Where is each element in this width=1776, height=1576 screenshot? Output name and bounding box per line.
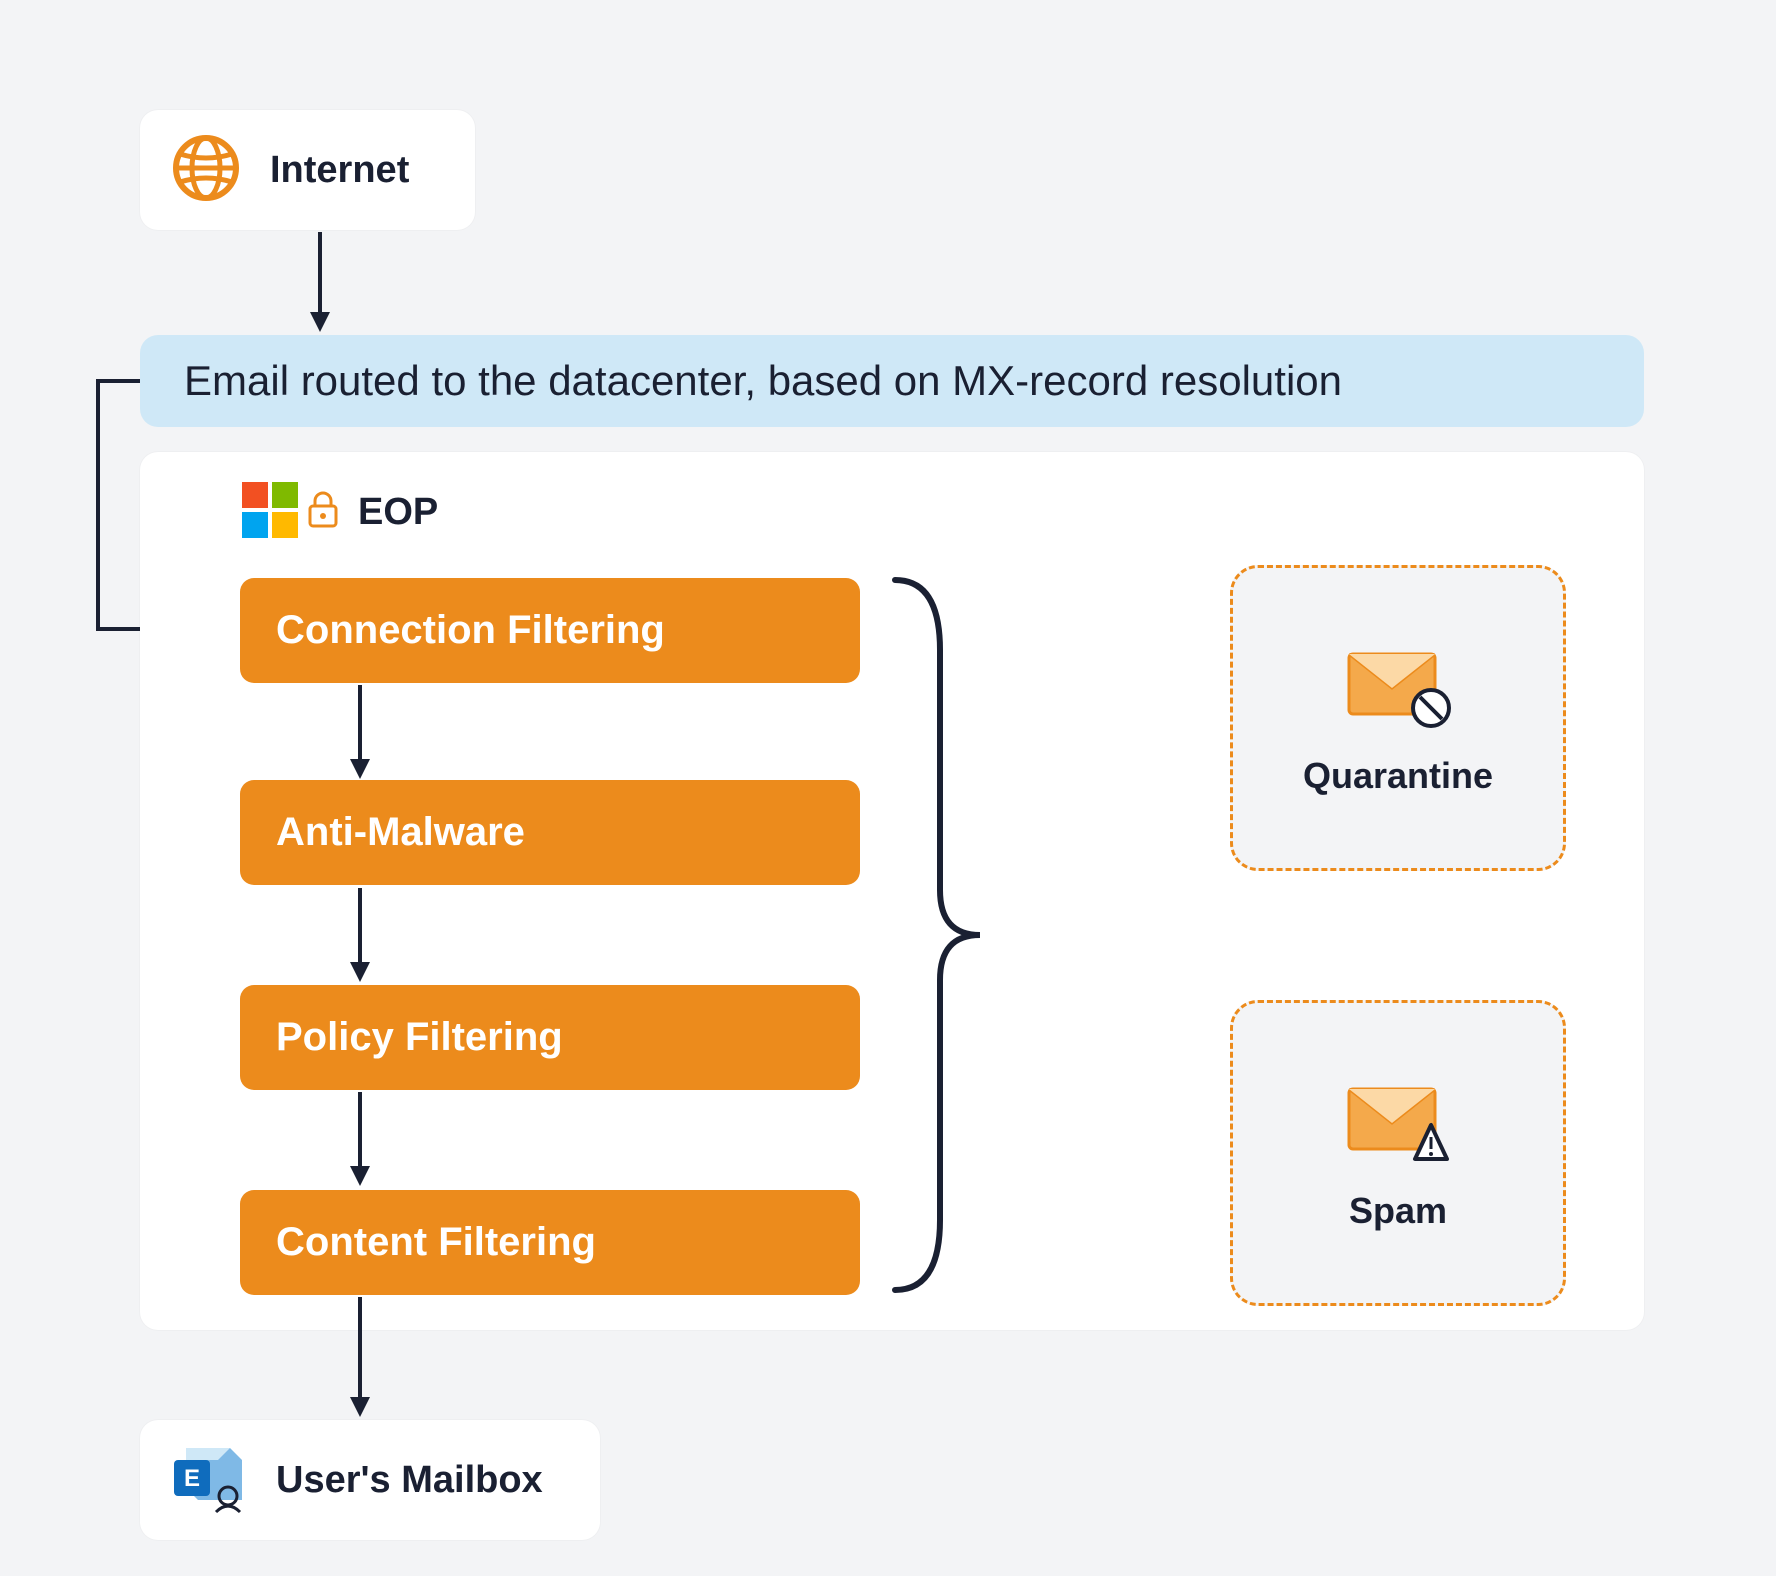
stage-anti-malware: Anti-Malware — [240, 780, 860, 885]
stage-label: Anti-Malware — [276, 810, 525, 855]
exchange-icon: E — [170, 1442, 248, 1519]
outcome-spam: Spam — [1230, 1000, 1566, 1306]
arrow-stage2-to-stage3 — [340, 888, 380, 982]
arrow-internet-to-routing — [300, 232, 340, 332]
stage-connection-filtering: Connection Filtering — [240, 578, 860, 683]
spam-label: Spam — [1349, 1190, 1447, 1232]
svg-text:E: E — [184, 1465, 200, 1492]
mailbox-label: User's Mailbox — [276, 1459, 543, 1502]
globe-icon — [170, 132, 242, 209]
lock-icon — [306, 490, 340, 535]
envelope-blocked-icon — [1343, 640, 1453, 735]
stage-label: Content Filtering — [276, 1220, 596, 1265]
eop-label: EOP — [358, 491, 438, 534]
eop-header: EOP — [240, 480, 438, 545]
stage-label: Connection Filtering — [276, 608, 665, 653]
arrow-stage4-to-mailbox — [340, 1297, 380, 1417]
node-mailbox: E User's Mailbox — [140, 1420, 600, 1540]
quarantine-label: Quarantine — [1303, 755, 1493, 797]
routing-text: Email routed to the datacenter, based on… — [184, 357, 1342, 405]
internet-label: Internet — [270, 149, 409, 192]
microsoft-logo-icon — [240, 480, 300, 545]
brace-icon — [885, 570, 985, 1300]
stage-policy-filtering: Policy Filtering — [240, 985, 860, 1090]
envelope-warning-icon — [1343, 1075, 1453, 1170]
node-internet: Internet — [140, 110, 475, 230]
arrow-stage1-to-stage2 — [340, 685, 380, 779]
outcome-quarantine: Quarantine — [1230, 565, 1566, 871]
routing-bar: Email routed to the datacenter, based on… — [140, 335, 1644, 427]
arrow-stage3-to-stage4 — [340, 1092, 380, 1186]
stage-content-filtering: Content Filtering — [240, 1190, 860, 1295]
stage-label: Policy Filtering — [276, 1015, 563, 1060]
